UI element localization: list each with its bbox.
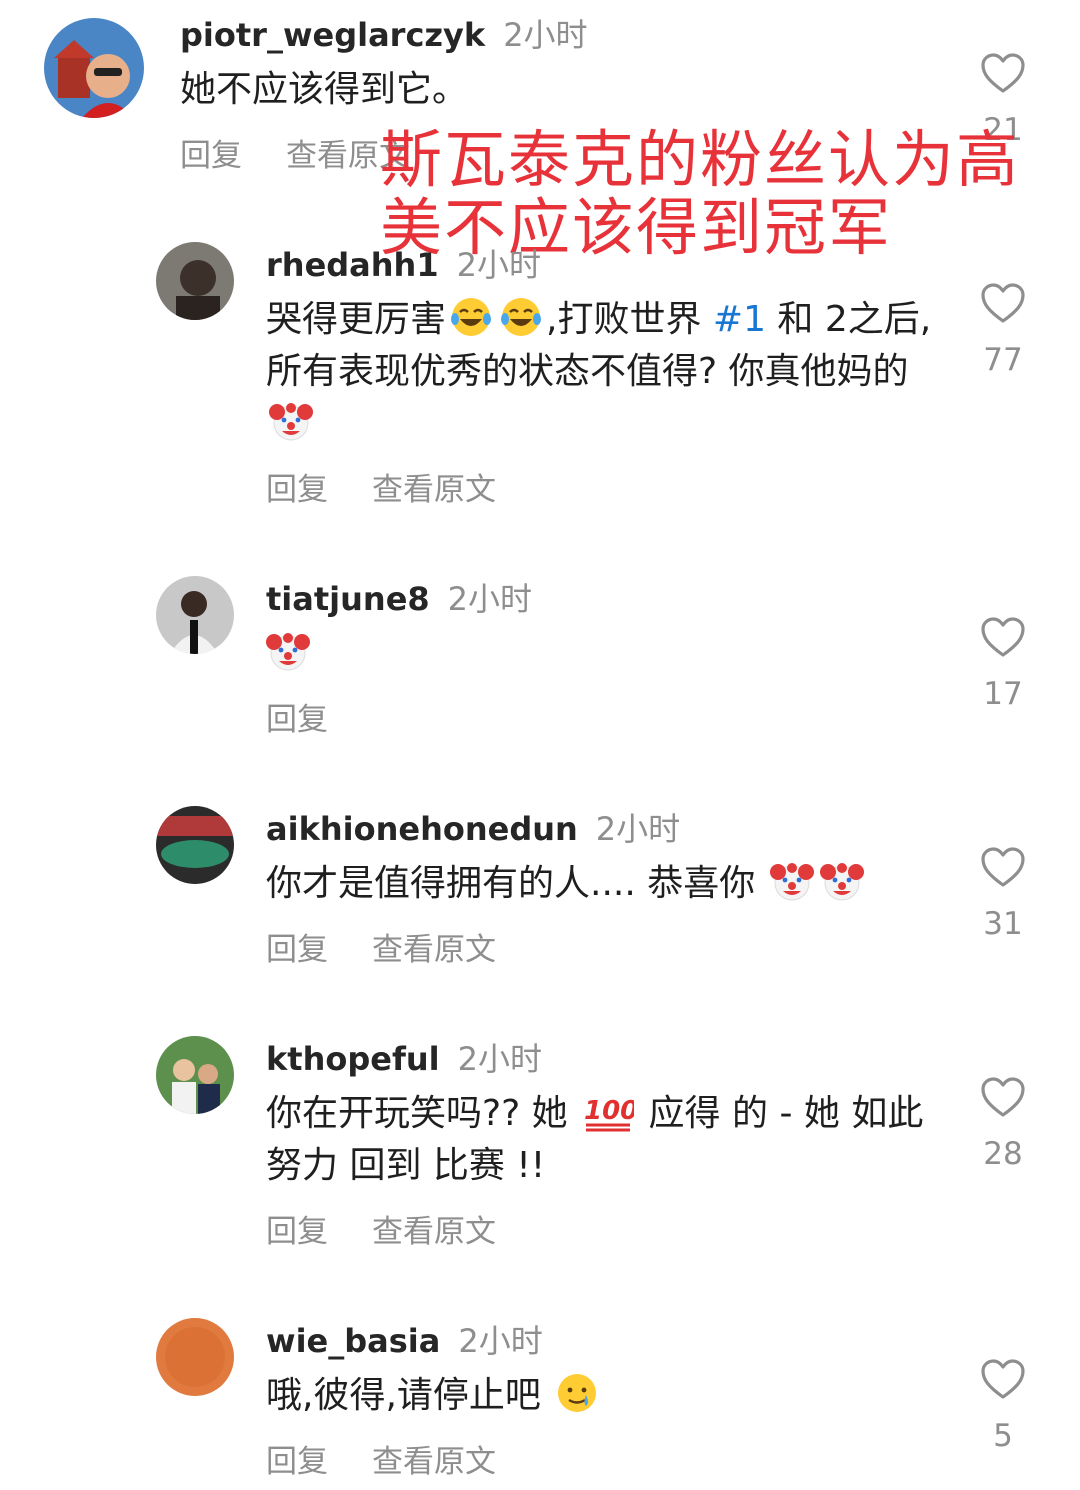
heart-outline-icon[interactable] — [979, 844, 1027, 892]
avatar-image — [156, 1036, 234, 1114]
avatar[interactable] — [156, 1318, 234, 1396]
comment-actions: 回复 — [266, 694, 372, 739]
clown-emoji — [266, 629, 310, 673]
like-control[interactable]: 5 — [970, 1356, 1036, 1454]
hashtag-link[interactable]: #1 — [713, 299, 766, 340]
comment-text: 你才是值得拥有的人.... 恭喜你 — [266, 858, 966, 910]
comment-text — [266, 628, 946, 680]
comment-text: 哭得更厉害 ,打败世界 #1 和 2之后,所有表现优秀的状态不值得? 你真他妈的 — [266, 294, 946, 450]
comment-text: 你在开玩笑吗?? 她 应得 的 - 她 如此 努力 回到 比赛 !! — [266, 1088, 946, 1192]
like-count: 5 — [993, 1418, 1013, 1454]
like-control[interactable]: 77 — [970, 280, 1036, 378]
username[interactable]: tiatjune8 2小时 — [266, 574, 532, 620]
timestamp: 2小时 — [458, 1322, 543, 1360]
avatar-image — [156, 242, 234, 320]
heart-outline-icon[interactable] — [979, 280, 1027, 328]
comment-text: 哦,彼得,请停止吧 — [266, 1370, 946, 1422]
like-count: 17 — [983, 676, 1023, 712]
avatar-image — [156, 806, 234, 884]
avatar[interactable] — [44, 18, 144, 118]
avatar[interactable] — [156, 806, 234, 884]
hundred-emoji — [582, 1089, 634, 1133]
username[interactable]: aikhionehonedun 2小时 — [266, 804, 680, 850]
clown-emoji — [269, 399, 313, 443]
laughing-emoji — [449, 295, 493, 339]
username[interactable]: kthopeful 2小时 — [266, 1034, 542, 1080]
timestamp: 2小时 — [595, 810, 681, 848]
reply-button[interactable]: 回复 — [266, 702, 328, 738]
username[interactable]: piotr_weglarczyk 2小时 — [180, 10, 588, 56]
comment-actions: 回复 查看原文 — [266, 1436, 540, 1481]
avatar[interactable] — [156, 1036, 234, 1114]
like-control[interactable]: 28 — [970, 1074, 1036, 1172]
view-original-button[interactable]: 查看原文 — [372, 1444, 496, 1480]
timestamp: 2小时 — [457, 1040, 542, 1078]
crying-smile-emoji — [555, 1371, 599, 1415]
heart-outline-icon[interactable] — [979, 50, 1027, 98]
heart-outline-icon[interactable] — [979, 1356, 1027, 1404]
avatar[interactable] — [156, 242, 234, 320]
heart-outline-icon[interactable] — [979, 614, 1027, 662]
reply-button[interactable]: 回复 — [266, 1214, 328, 1250]
username[interactable]: rhedahh1 2小时 — [266, 240, 541, 286]
clown-emoji — [820, 859, 864, 903]
view-original-button[interactable]: 查看原文 — [372, 472, 496, 508]
comment-actions: 回复 查看原文 — [266, 924, 540, 969]
like-control[interactable]: 31 — [970, 844, 1036, 942]
avatar-image — [156, 576, 234, 654]
like-count: 28 — [983, 1136, 1023, 1172]
reply-button[interactable]: 回复 — [266, 932, 328, 968]
laughing-emoji — [499, 295, 543, 339]
reply-button[interactable]: 回复 — [266, 1444, 328, 1480]
clown-emoji — [770, 859, 814, 903]
view-original-button[interactable]: 查看原文 — [372, 932, 496, 968]
reply-button[interactable]: 回复 — [180, 138, 242, 174]
like-control[interactable]: 17 — [970, 614, 1036, 712]
like-count: 31 — [983, 906, 1023, 942]
reply-button[interactable]: 回复 — [266, 472, 328, 508]
avatar-image — [44, 18, 144, 118]
comment-actions: 回复 查看原文 — [266, 1206, 540, 1251]
avatar[interactable] — [156, 576, 234, 654]
comment-actions: 回复 查看原文 — [266, 464, 540, 509]
username[interactable]: wie_basia 2小时 — [266, 1316, 543, 1362]
comment-text: 她不应该得到它。 — [180, 69, 469, 110]
avatar-image — [156, 1318, 234, 1396]
timestamp: 2小时 — [456, 246, 541, 284]
timestamp: 2小时 — [503, 16, 588, 54]
timestamp: 2小时 — [447, 580, 533, 618]
heart-outline-icon[interactable] — [979, 1074, 1027, 1122]
like-count: 77 — [983, 342, 1023, 378]
view-original-button[interactable]: 查看原文 — [372, 1214, 496, 1250]
